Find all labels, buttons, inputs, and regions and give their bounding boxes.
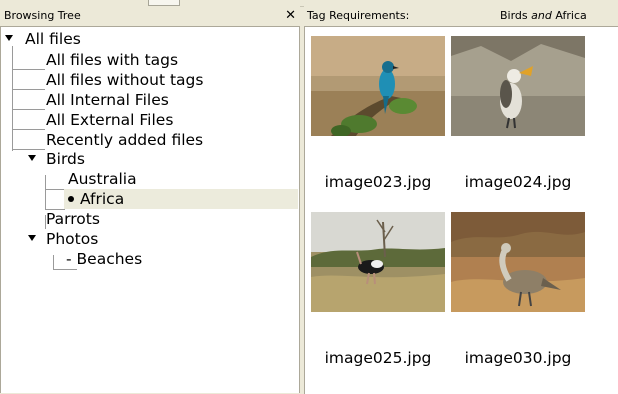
image-filename: image024.jpg xyxy=(464,173,572,191)
close-icon[interactable]: ✕ xyxy=(285,6,296,26)
selected-bullet-icon xyxy=(68,195,74,202)
tag-requirements-header: Tag Requirements: Birds and Africa xyxy=(304,6,618,27)
bird-photo-icon xyxy=(451,212,585,312)
tree-node-recently-added[interactable]: Recently added files xyxy=(46,130,203,150)
browsing-tree-header: Browsing Tree ✕ xyxy=(0,6,300,27)
tree-node-africa[interactable]: Africa xyxy=(64,189,298,209)
bird-photo-icon xyxy=(311,36,445,136)
results-panel: Tag Requirements: Birds and Africa image… xyxy=(304,6,618,394)
tag-query-term: Africa xyxy=(555,9,587,22)
expand-arrow-icon[interactable] xyxy=(28,155,36,161)
tree-connector xyxy=(12,69,45,70)
bird-photo-icon xyxy=(311,212,445,312)
browsing-tree: All files All files with tags All files … xyxy=(0,27,300,393)
tree-node-birds[interactable]: Birds xyxy=(46,149,85,169)
tree-node-internal-files[interactable]: All Internal Files xyxy=(46,90,169,110)
tree-connector xyxy=(12,46,13,151)
image-filename: image025.jpg xyxy=(324,349,432,367)
tree-node-all-files-with-tags[interactable]: All files with tags xyxy=(46,50,178,70)
bird-photo-icon xyxy=(451,36,585,136)
tag-requirements-label: Tag Requirements: xyxy=(307,9,410,22)
tree-node-parrots[interactable]: Parrots xyxy=(46,209,100,229)
tree-connector xyxy=(12,109,45,110)
expand-arrow-icon[interactable] xyxy=(28,235,36,241)
tree-connector xyxy=(12,149,45,150)
image-thumbnail[interactable] xyxy=(451,212,585,312)
tree-connector xyxy=(12,129,45,130)
browsing-tree-panel: Browsing Tree ✕ All files All files with… xyxy=(0,6,300,394)
expand-arrow-icon[interactable] xyxy=(5,35,13,41)
tree-connector xyxy=(45,189,65,190)
tree-node-beaches[interactable]: - Beaches xyxy=(66,249,142,269)
tree-connector xyxy=(12,89,45,90)
tree-node-all-files[interactable]: All files xyxy=(25,29,81,49)
tree-node-australia[interactable]: Australia xyxy=(68,169,137,189)
tag-query-term: Birds xyxy=(500,9,528,22)
tree-connector xyxy=(53,269,77,270)
tree-node-photos[interactable]: Photos xyxy=(46,229,98,249)
image-thumbnail[interactable] xyxy=(451,36,585,136)
tree-node-external-files[interactable]: All External Files xyxy=(46,110,173,130)
browsing-tree-title: Browsing Tree xyxy=(4,9,81,22)
tree-node-africa-label: Africa xyxy=(80,190,125,208)
image-thumbnail[interactable] xyxy=(311,212,445,312)
tree-connector xyxy=(53,255,54,269)
tree-connector xyxy=(45,175,46,209)
image-thumbnail[interactable] xyxy=(311,36,445,136)
tag-query: Birds and Africa xyxy=(500,6,587,26)
image-filename: image030.jpg xyxy=(464,349,572,367)
image-grid: image023.jpg image024.jpg image025.jpg i… xyxy=(304,27,618,394)
tree-node-all-files-without-tags[interactable]: All files without tags xyxy=(46,70,203,90)
image-filename: image023.jpg xyxy=(324,173,432,191)
tag-query-operator: and xyxy=(531,9,552,22)
